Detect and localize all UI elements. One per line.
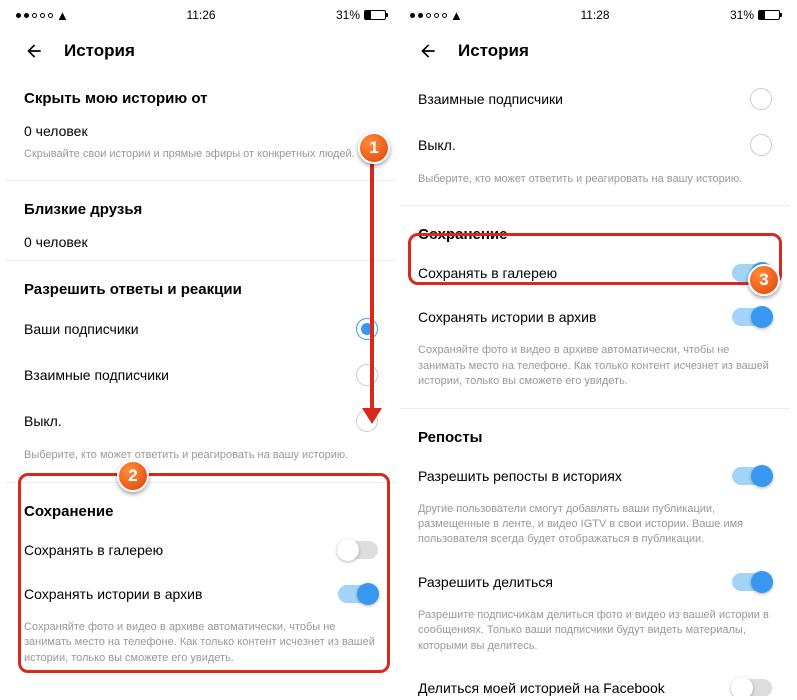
battery-percent: 31% xyxy=(730,8,754,22)
save-gallery-row[interactable]: Сохранять в галерею xyxy=(400,251,790,295)
arrow-line xyxy=(370,158,374,410)
toggle-repost[interactable] xyxy=(732,467,772,485)
clock: 11:28 xyxy=(580,8,609,22)
section-reposts: Репосты xyxy=(400,415,790,454)
battery-icon xyxy=(364,10,386,20)
header: История xyxy=(6,26,396,76)
back-icon[interactable] xyxy=(418,41,438,61)
fb-share-row[interactable]: Делиться моей историей на Facebook xyxy=(400,666,790,696)
phone-right: ▲ 11:28 31% История Взаимные подписчики … xyxy=(400,4,790,696)
reply-option-off[interactable]: Выкл. xyxy=(400,122,790,168)
phone-left: ▲ 11:26 31% История Скрыть мою историю о… xyxy=(6,4,396,696)
radio-icon[interactable] xyxy=(356,318,378,340)
reply-option-mutual[interactable]: Взаимные подписчики xyxy=(400,76,790,122)
hide-value[interactable]: 0 человек xyxy=(6,115,396,143)
repost-allow-row[interactable]: Разрешить репосты в историях xyxy=(400,454,790,498)
section-replies: Разрешить ответы и реакции xyxy=(6,267,396,306)
replies-desc: Выберите, кто может ответить и реагирова… xyxy=(400,168,790,199)
save-desc: Сохраняйте фото и видео в архиве автомат… xyxy=(400,339,790,401)
page-title: История xyxy=(458,41,529,61)
reply-option-mutual[interactable]: Взаимные подписчики xyxy=(6,352,396,398)
section-save: Сохранение xyxy=(400,212,790,251)
header: История xyxy=(400,26,790,76)
reply-option-off[interactable]: Выкл. xyxy=(6,398,396,444)
battery-icon xyxy=(758,10,780,20)
save-gallery-row[interactable]: Сохранять в галерею xyxy=(6,528,396,572)
toggle-save-archive[interactable] xyxy=(338,585,378,603)
radio-icon[interactable] xyxy=(356,364,378,386)
toggle-save-archive[interactable] xyxy=(732,308,772,326)
wifi-icon: ▲ xyxy=(450,8,463,23)
battery-percent: 31% xyxy=(336,8,360,22)
repost-desc: Другие пользователи смогут добавлять ваш… xyxy=(400,498,790,560)
toggle-save-gallery[interactable] xyxy=(338,541,378,559)
save-desc: Сохраняйте фото и видео в архиве автомат… xyxy=(6,616,396,678)
arrow-head-icon xyxy=(362,408,382,424)
status-bar: ▲ 11:28 31% xyxy=(400,4,790,26)
toggle-share[interactable] xyxy=(732,573,772,591)
back-icon[interactable] xyxy=(24,41,44,61)
callout-1: 1 xyxy=(358,132,390,164)
save-archive-row[interactable]: Сохранять истории в архив xyxy=(400,295,790,339)
radio-icon[interactable] xyxy=(750,88,772,110)
reply-option-followers[interactable]: Ваши подписчики xyxy=(6,306,396,352)
hide-desc: Скрывайте свои истории и прямые эфиры от… xyxy=(6,143,396,174)
close-value[interactable]: 0 человек xyxy=(6,226,396,254)
page-title: История xyxy=(64,41,135,61)
section-save: Сохранение xyxy=(6,489,396,528)
clock: 11:26 xyxy=(186,8,215,22)
radio-icon[interactable] xyxy=(750,134,772,156)
status-bar: ▲ 11:26 31% xyxy=(6,4,396,26)
callout-3: 3 xyxy=(748,264,780,296)
replies-desc: Выберите, кто может ответить и реагирова… xyxy=(6,444,396,475)
wifi-icon: ▲ xyxy=(56,8,69,23)
section-hide: Скрыть мою историю от xyxy=(6,76,396,115)
callout-2: 2 xyxy=(117,460,149,492)
save-archive-row[interactable]: Сохранять истории в архив xyxy=(6,572,396,616)
section-close-friends: Близкие друзья xyxy=(6,187,396,226)
toggle-fb[interactable] xyxy=(732,679,772,696)
share-allow-row[interactable]: Разрешить делиться xyxy=(400,560,790,604)
share-desc: Разрешите подписчикам делиться фото и ви… xyxy=(400,604,790,666)
